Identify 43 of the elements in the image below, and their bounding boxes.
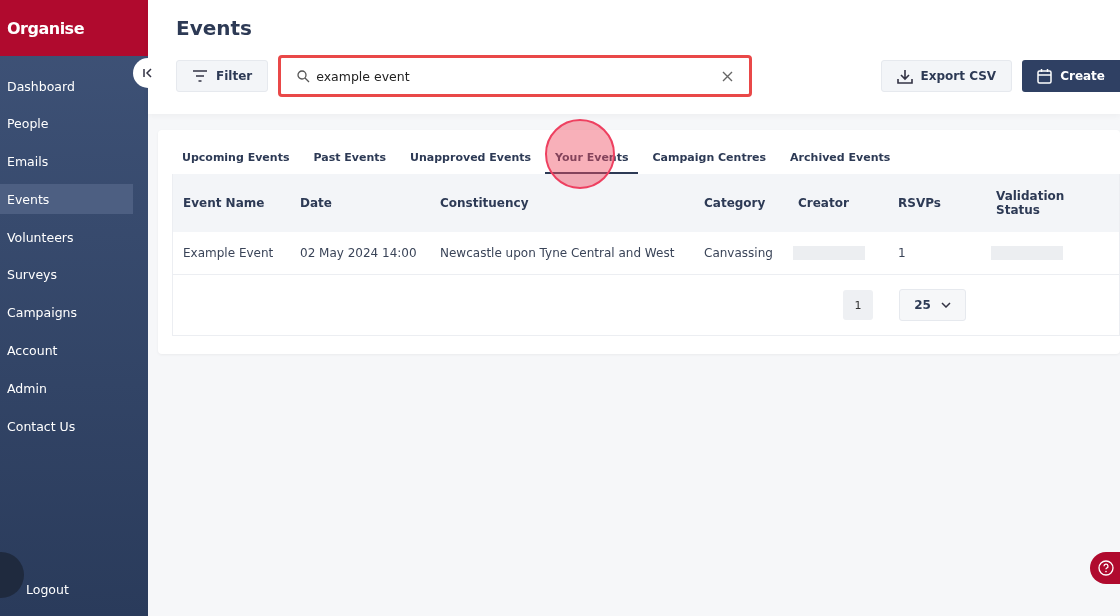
tab[interactable]: Upcoming Events xyxy=(172,142,300,174)
sidebar-item[interactable]: Emails xyxy=(0,146,133,177)
filter-button[interactable]: Filter xyxy=(176,60,269,92)
clear-icon[interactable] xyxy=(722,70,734,82)
table-cell-text: 02 May 2024 14:00 xyxy=(300,246,418,260)
search-icon xyxy=(297,69,311,83)
page-title: Events xyxy=(176,16,253,40)
column-header: Event Name xyxy=(183,196,266,210)
tab[interactable]: Campaign Centres xyxy=(642,142,777,174)
sidebar-item[interactable]: Volunteers xyxy=(0,222,133,253)
column-header: Category xyxy=(704,196,767,210)
sidebar-item[interactable]: Events xyxy=(0,184,133,215)
caret-icon xyxy=(940,302,951,308)
column-header: RSVPs xyxy=(898,196,942,210)
sidebar-item[interactable]: Dashboard xyxy=(0,71,133,101)
create-button[interactable]: Create xyxy=(1022,60,1120,92)
download-icon xyxy=(896,68,913,84)
sidebar-item[interactable]: Admin xyxy=(0,373,133,404)
sidebar-item[interactable]: People xyxy=(0,108,133,139)
sidebar-item[interactable]: Account xyxy=(0,335,133,366)
brand-logo: Organise xyxy=(7,18,84,38)
sidebar-item[interactable]: Campaigns xyxy=(0,297,133,328)
table-cell-text: 1 xyxy=(898,246,907,260)
tab[interactable]: Unapproved Events xyxy=(400,142,542,174)
logout-link[interactable]: Logout xyxy=(26,582,69,597)
page-button[interactable]: 1 xyxy=(843,290,873,320)
table-cell-text: Canvassing xyxy=(704,246,774,260)
column-header: Constituency xyxy=(440,196,530,210)
help-icon xyxy=(1098,560,1114,576)
tab[interactable]: Archived Events xyxy=(780,142,901,174)
calendar-icon xyxy=(1037,68,1053,84)
sidebar-item[interactable]: Contact Us xyxy=(0,411,133,442)
column-header: Date xyxy=(300,196,333,210)
table-cell-text: Newcastle upon Tyne Central and West xyxy=(440,246,676,260)
column-header: Creator xyxy=(798,196,850,210)
sidebar-item[interactable]: Surveys xyxy=(0,260,133,290)
filter-icon xyxy=(192,70,208,82)
table-cell-text: Example Event xyxy=(183,246,275,260)
export-button[interactable]: Export CSV xyxy=(880,60,1013,92)
tab[interactable]: Past Events xyxy=(303,142,397,174)
search-field[interactable]: example event xyxy=(278,55,753,97)
page-size-select[interactable]: 25 xyxy=(899,289,966,321)
column-header: Validation Status xyxy=(996,189,1066,217)
